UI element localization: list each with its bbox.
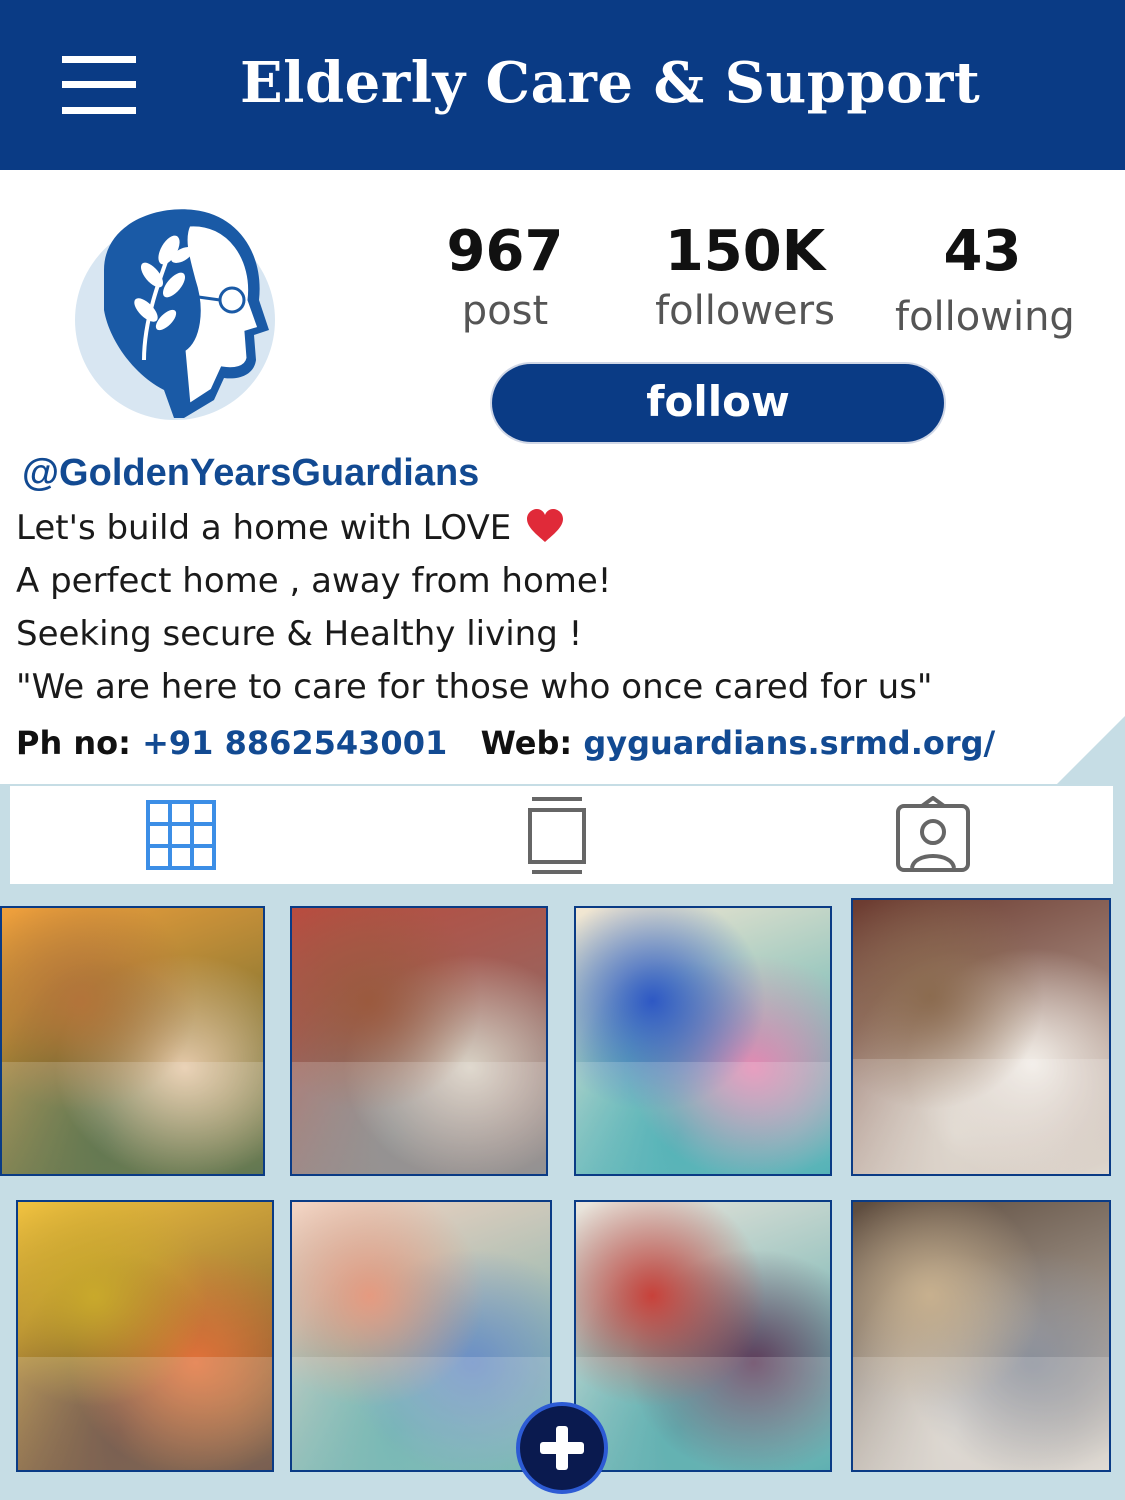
photo-overlay [576,1062,830,1174]
profile-handle[interactable]: @GoldenYearsGuardians [22,452,479,495]
photo-overlay [576,1357,830,1470]
decorative-corner [1055,716,1125,786]
follow-button[interactable]: follow [492,364,944,442]
posts-label: post [461,288,549,334]
stat-followers[interactable]: 150K followers [650,219,840,335]
page-title: Elderly Care & Support [240,50,981,116]
web-label: Web: [480,724,573,762]
photo-women-sarees[interactable] [574,906,832,1176]
photo-man-serving[interactable] [851,1200,1111,1472]
bio-line-1-text: Let's build a home with LOVE [16,508,512,548]
tagged-person-icon [896,795,970,872]
followers-count: 150K [664,219,826,284]
photo-group-exercise[interactable] [290,906,548,1176]
photo-women-bedroom[interactable] [0,906,265,1176]
profile-avatar[interactable] [64,200,286,422]
bio-line-4: "We are here to care for those who once … [16,667,933,707]
stat-following[interactable]: 43 following [895,219,1075,341]
following-label: following [895,294,1075,340]
elderly-man-tree-logo [75,209,275,420]
following-count: 43 [943,219,1022,284]
photo-overlay [2,1062,263,1174]
bio-line-2: A perfect home , away from home! [16,561,612,601]
photo-women-eating[interactable] [16,1200,274,1472]
add-post-button[interactable] [516,1402,608,1494]
tab-tagged[interactable] [894,795,984,876]
phone-label: Ph no: [16,724,131,762]
website-link[interactable]: gyguardians.srmd.org/ [583,724,995,762]
profile-tabs [10,786,1113,884]
contact-line: Ph no: +91 8862543001 Web: gyguardians.s… [16,724,995,762]
red-heart-icon [527,509,564,542]
tab-reels[interactable] [524,796,614,876]
grid-icon [146,800,216,870]
photo-overlay [853,1357,1109,1470]
photo-overlay [853,1058,1109,1174]
tab-posts-grid[interactable] [146,796,236,876]
bio-line-1: Let's build a home with LOVE [16,508,564,548]
stacked-frames-icon [528,797,586,874]
phone-link[interactable]: +91 8862543001 [142,724,447,762]
photo-elderly-group[interactable] [851,898,1111,1176]
photo-overlay [292,1357,550,1470]
photo-two-women[interactable] [290,1200,552,1472]
photo-overlay [292,1062,546,1174]
stat-posts[interactable]: 967 post [420,219,590,335]
hamburger-menu-icon[interactable] [62,56,136,114]
followers-label: followers [655,288,835,334]
photo-women-doorway[interactable] [574,1200,832,1472]
photo-overlay [18,1357,272,1470]
bio-line-3: Seeking secure & Healthy living ! [16,614,583,654]
posts-count: 967 [446,219,564,284]
app-header: Elderly Care & Support [0,0,1125,170]
